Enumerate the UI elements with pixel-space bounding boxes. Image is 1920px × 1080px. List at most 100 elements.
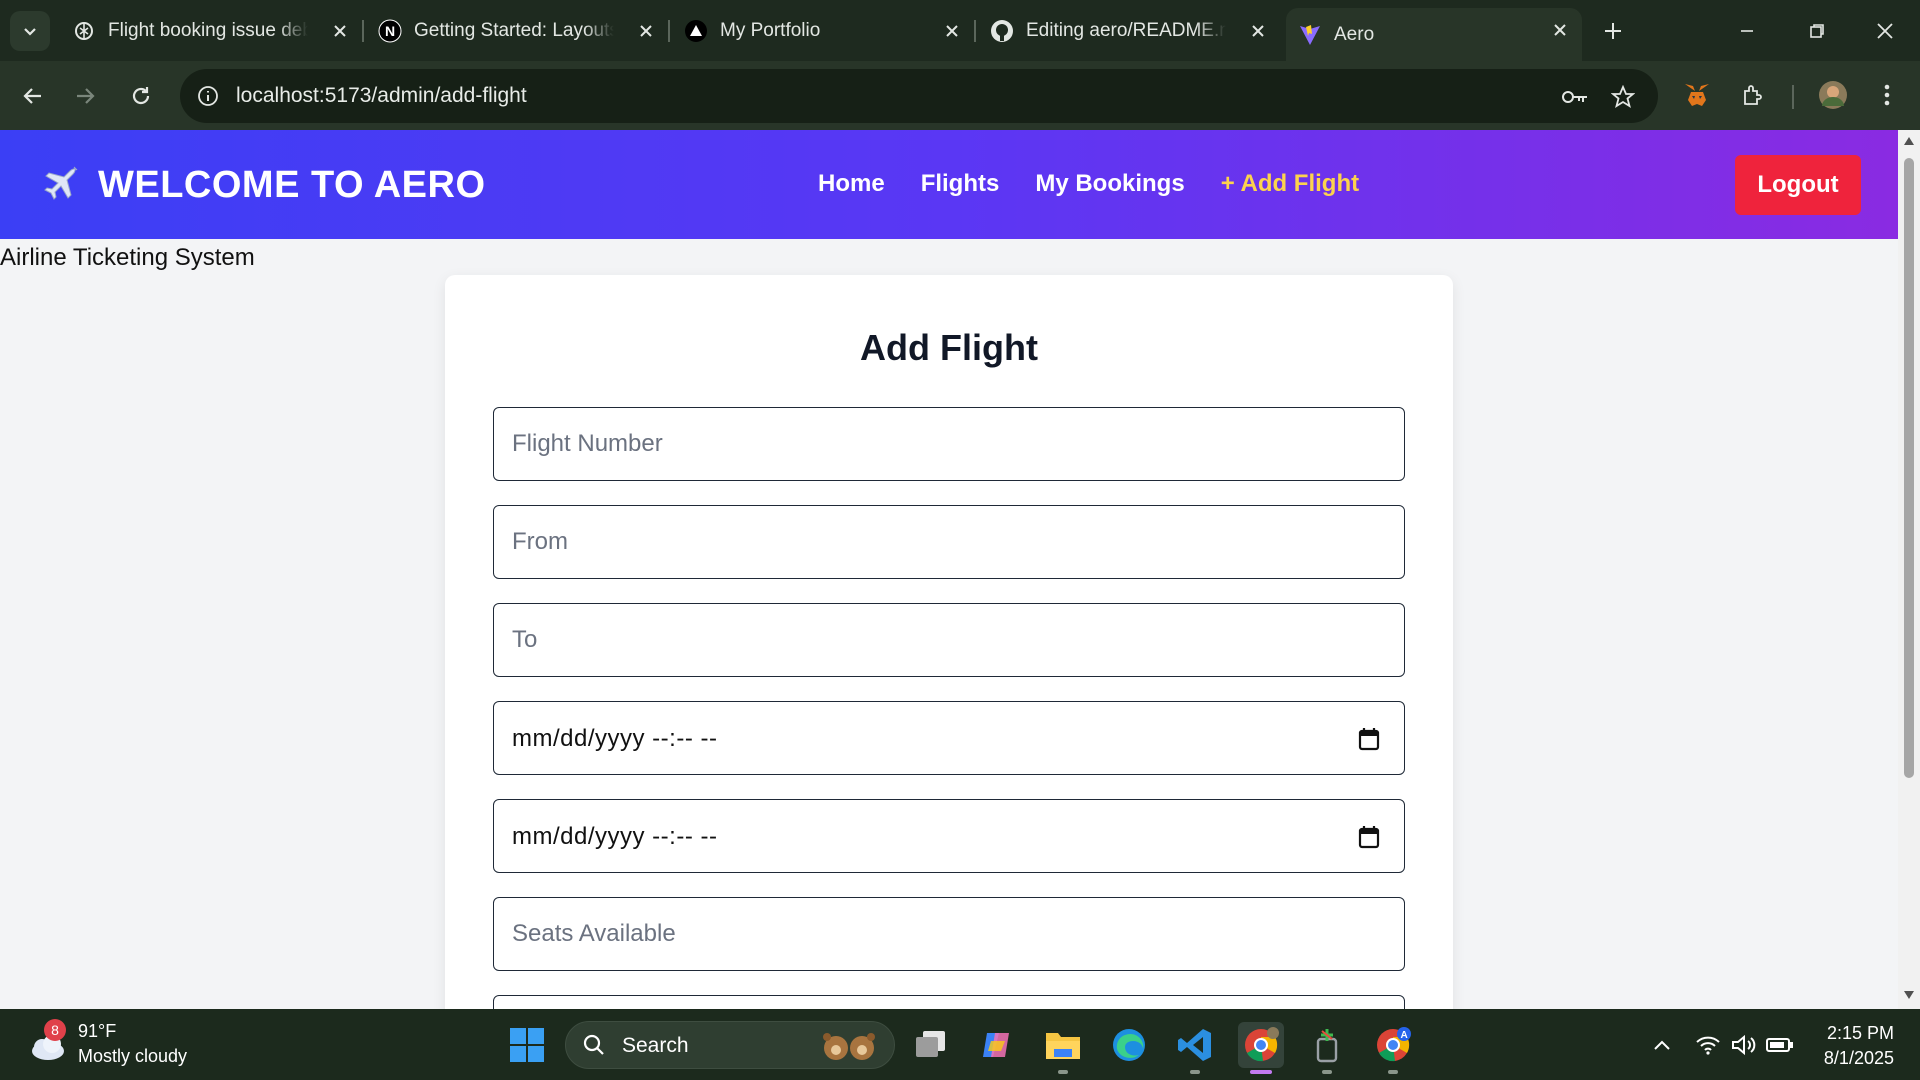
nav-links: Home Flights My Bookings + Add Flight	[818, 170, 1359, 198]
form-title: Add Flight	[860, 327, 1038, 368]
battery-icon[interactable]	[1766, 1031, 1794, 1059]
nav-my-bookings-link[interactable]: My Bookings	[1035, 170, 1184, 198]
vscode-app[interactable]	[1172, 1022, 1218, 1074]
restore-icon	[1810, 24, 1824, 38]
tab-separator	[974, 20, 976, 42]
flight-number-input[interactable]	[494, 408, 1404, 480]
chrome-app[interactable]	[1238, 1022, 1284, 1074]
site-info-icon[interactable]	[194, 82, 222, 110]
forward-button[interactable]	[66, 77, 104, 115]
page-viewport: WELCOME TO AERO Home Flights My Bookings…	[0, 130, 1920, 1009]
tab-editing-readme[interactable]: Editing aero/README.md	[990, 9, 1280, 53]
close-icon[interactable]	[1548, 18, 1572, 42]
folder-icon	[1046, 1033, 1080, 1059]
close-icon[interactable]	[328, 19, 352, 43]
url-text[interactable]: localhost:5173/admin/add-flight	[236, 84, 527, 108]
clock-date: 8/1/2025	[1823, 1048, 1894, 1068]
tab-title: My Portfolio	[720, 20, 821, 41]
nav-home-link[interactable]: Home	[818, 170, 885, 198]
close-icon[interactable]	[1246, 19, 1270, 43]
system-clock[interactable]: 2:15 PM 8/1/2025	[1818, 1021, 1894, 1071]
page-subtitle: Airline Ticketing System	[0, 244, 255, 271]
tab-title: Editing aero/README.md	[1026, 20, 1226, 41]
calendar-icon[interactable]	[1356, 726, 1382, 752]
to-field	[493, 603, 1405, 677]
from-input[interactable]	[494, 506, 1404, 578]
logout-button[interactable]: Logout	[1735, 155, 1861, 215]
tab-search-button[interactable]	[10, 11, 50, 51]
airplane-icon	[40, 163, 84, 207]
show-hidden-icons-button[interactable]	[1648, 1031, 1676, 1059]
running-indicator	[1190, 1070, 1200, 1074]
tab-getting-started-layouts[interactable]: N Getting Started: Layouts a	[378, 9, 668, 53]
bookmark-star-icon[interactable]	[1608, 82, 1638, 112]
tab-title: Flight booking issue debu	[108, 20, 308, 41]
extensions-puzzle-icon[interactable]	[1736, 78, 1770, 112]
close-icon[interactable]	[634, 19, 658, 43]
search-highlight-bears-icon	[823, 1033, 875, 1060]
seats-available-input[interactable]	[494, 898, 1404, 970]
chrome-profile-icon: A	[1377, 1027, 1411, 1062]
scroll-down-arrow-icon[interactable]	[1903, 990, 1915, 1000]
new-tab-button[interactable]	[1598, 16, 1628, 46]
search-icon	[583, 1034, 604, 1055]
departure-datetime-input[interactable]: mm/dd/yyyy --:-- --	[493, 701, 1405, 775]
app-navbar: WELCOME TO AERO Home Flights My Bookings…	[0, 130, 1898, 239]
start-button[interactable]	[504, 1022, 550, 1068]
cloud-weather-icon: 8	[26, 1019, 68, 1065]
github-icon	[990, 19, 1014, 43]
tab-flight-booking-issue[interactable]: Flight booking issue debu	[72, 9, 362, 53]
restore-button[interactable]	[1800, 14, 1834, 48]
close-window-button[interactable]	[1868, 14, 1902, 48]
vite-icon	[1298, 23, 1322, 47]
back-button[interactable]	[14, 77, 52, 115]
nextjs-icon: N	[378, 19, 402, 43]
from-field	[493, 505, 1405, 579]
browser-toolbar: localhost:5173/admin/add-flight	[0, 61, 1920, 130]
tab-my-portfolio[interactable]: My Portfolio	[684, 9, 974, 53]
chrome-profile-app[interactable]: A	[1370, 1022, 1416, 1074]
scrollbar-thumb[interactable]	[1904, 158, 1914, 778]
running-indicator	[1388, 1070, 1398, 1074]
svg-text:N: N	[385, 23, 395, 39]
more-vertical-icon	[1884, 84, 1890, 106]
task-view-button[interactable]	[908, 1022, 954, 1068]
wifi-icon[interactable]	[1694, 1031, 1722, 1059]
profile-avatar[interactable]	[1816, 78, 1850, 112]
close-icon	[1877, 23, 1893, 39]
edge-app[interactable]	[1106, 1022, 1152, 1068]
weather-widget[interactable]: 8 91°F Mostly cloudy	[26, 1019, 187, 1069]
volume-icon[interactable]	[1730, 1031, 1758, 1059]
active-app-indicator	[1250, 1070, 1272, 1074]
scroll-up-arrow-icon[interactable]	[1903, 136, 1915, 146]
close-icon[interactable]	[940, 19, 964, 43]
chatgpt-icon	[72, 19, 96, 43]
copilot-app[interactable]	[974, 1022, 1020, 1068]
page-scrollbar[interactable]	[1898, 130, 1920, 1009]
git-app[interactable]	[1304, 1022, 1350, 1074]
browser-menu-button[interactable]	[1870, 78, 1904, 112]
nav-add-flight-link[interactable]: + Add Flight	[1221, 170, 1359, 198]
vscode-icon	[1178, 1029, 1211, 1061]
password-key-icon[interactable]	[1560, 82, 1590, 112]
to-input[interactable]	[494, 604, 1404, 676]
arrival-datetime-input[interactable]: mm/dd/yyyy --:-- --	[493, 799, 1405, 873]
metamask-extension-icon[interactable]	[1680, 78, 1714, 112]
address-bar[interactable]: localhost:5173/admin/add-flight	[180, 69, 1658, 123]
tab-aero[interactable]: Aero	[1286, 8, 1582, 61]
tab-separator	[362, 20, 364, 42]
chrome-icon	[1245, 1027, 1279, 1062]
copilot-icon	[983, 1033, 1009, 1057]
taskbar-search-box[interactable]: Search	[565, 1021, 895, 1069]
next-field-partial[interactable]	[493, 995, 1405, 1009]
flight-number-field	[493, 407, 1405, 481]
file-explorer-app[interactable]	[1040, 1022, 1086, 1074]
brand[interactable]: WELCOME TO AERO	[40, 163, 486, 207]
reload-button[interactable]	[122, 77, 160, 115]
calendar-icon[interactable]	[1356, 824, 1382, 850]
minimize-button[interactable]	[1730, 14, 1764, 48]
task-view-icon	[916, 1031, 945, 1057]
tab-separator	[668, 20, 670, 42]
departure-datetime-value: mm/dd/yyyy --:-- --	[512, 725, 718, 752]
nav-flights-link[interactable]: Flights	[921, 170, 1000, 198]
